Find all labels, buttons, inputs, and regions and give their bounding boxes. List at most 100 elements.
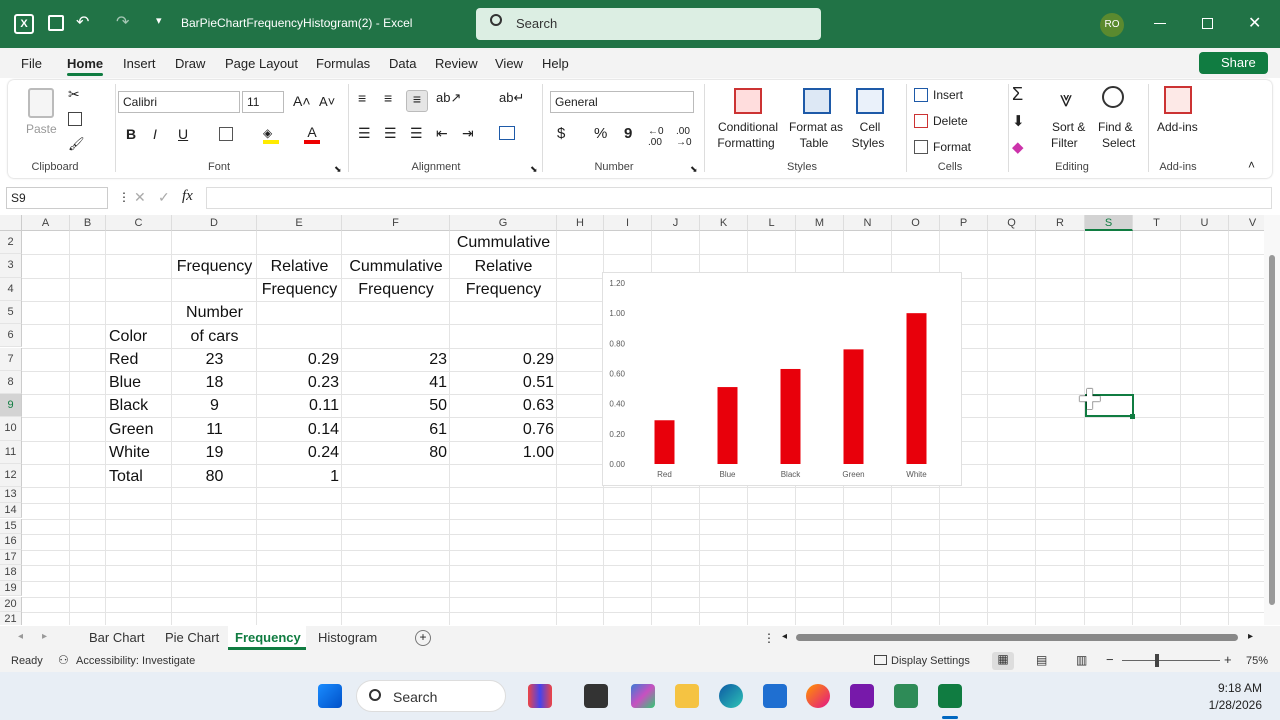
cell-relative-frequency[interactable]: 0.14 bbox=[257, 421, 339, 439]
accessibility-icon[interactable]: ⚇ bbox=[58, 653, 69, 667]
align-center-icon[interactable]: ☰ bbox=[384, 125, 397, 142]
h-scroll-left-icon[interactable]: ◂ bbox=[782, 631, 787, 642]
menu-draw[interactable]: Draw bbox=[175, 56, 205, 71]
row-header-20[interactable]: 20 bbox=[0, 596, 22, 613]
file-explorer-icon[interactable] bbox=[675, 684, 699, 708]
row-header-8[interactable]: 8 bbox=[0, 370, 22, 395]
column-header-n[interactable]: N bbox=[844, 215, 892, 231]
clear-icon[interactable]: ◆ bbox=[1012, 138, 1024, 156]
accessibility-status[interactable]: Accessibility: Investigate bbox=[76, 655, 195, 667]
zoom-in-icon[interactable]: + bbox=[1224, 652, 1232, 667]
cell-relative-frequency[interactable]: 0.11 bbox=[257, 397, 339, 415]
row-header-7[interactable]: 7 bbox=[0, 347, 22, 371]
sort-filter-label-1[interactable]: Sort & bbox=[1052, 120, 1085, 134]
cell-styles-label-2[interactable]: Styles bbox=[848, 136, 888, 150]
column-header-r[interactable]: R bbox=[1036, 215, 1085, 231]
row-header-15[interactable]: 15 bbox=[0, 518, 22, 535]
cell-relative-frequency[interactable]: 0.24 bbox=[257, 444, 339, 462]
edge-icon[interactable] bbox=[719, 684, 743, 708]
bar-blue[interactable] bbox=[717, 387, 738, 464]
cell-color[interactable]: White bbox=[109, 444, 150, 462]
close-icon[interactable]: ✕ bbox=[1248, 13, 1261, 33]
column-header-p[interactable]: P bbox=[940, 215, 988, 231]
copy-icon[interactable] bbox=[68, 112, 82, 126]
column-header-e[interactable]: E bbox=[257, 215, 342, 231]
cut-icon[interactable]: ✂ bbox=[68, 86, 80, 103]
comma-style-button[interactable]: 9 bbox=[624, 125, 632, 142]
borders-icon[interactable] bbox=[219, 127, 233, 141]
vertical-scrollbar[interactable] bbox=[1264, 215, 1280, 625]
cell-g4[interactable]: Frequency bbox=[450, 281, 557, 299]
cell-color[interactable]: Green bbox=[109, 421, 153, 439]
bold-button[interactable]: B bbox=[126, 126, 136, 142]
cell-g3[interactable]: Relative bbox=[450, 258, 557, 276]
add-sheet-icon[interactable]: + bbox=[415, 630, 431, 646]
percent-style-button[interactable]: % bbox=[594, 125, 607, 142]
column-header-t[interactable]: T bbox=[1133, 215, 1181, 231]
orientation-icon[interactable]: ab↗ bbox=[436, 90, 461, 106]
avatar[interactable]: RO bbox=[1100, 13, 1124, 37]
column-header-v[interactable]: V bbox=[1229, 215, 1264, 231]
menu-home[interactable]: Home bbox=[67, 56, 103, 71]
column-header-g[interactable]: G bbox=[450, 215, 557, 231]
cell-d3[interactable]: Frequency bbox=[172, 258, 257, 276]
tab-scroll-left-icon[interactable]: ◂ bbox=[18, 631, 23, 642]
bottom-align-icon[interactable]: ≡ bbox=[406, 90, 428, 112]
menu-review[interactable]: Review bbox=[435, 56, 478, 71]
cell-color[interactable]: Black bbox=[109, 397, 148, 415]
column-header-m[interactable]: M bbox=[796, 215, 844, 231]
fill-icon[interactable]: ⬇ bbox=[1012, 112, 1025, 130]
undo-icon[interactable]: ↶ bbox=[76, 12, 89, 32]
insert-cells-icon[interactable] bbox=[914, 88, 928, 102]
selection-handle[interactable] bbox=[1130, 414, 1135, 419]
cell-e3[interactable]: Relative bbox=[257, 258, 342, 276]
cell-frequency[interactable]: 11 bbox=[172, 421, 257, 439]
autosum-icon[interactable]: Σ bbox=[1012, 84, 1023, 105]
column-header-a[interactable]: A bbox=[22, 215, 70, 231]
cell-g2[interactable]: Cummulative bbox=[450, 234, 557, 252]
cell-cumulative-relative[interactable]: 0.76 bbox=[450, 421, 554, 439]
display-settings-icon[interactable] bbox=[874, 655, 887, 665]
column-header-k[interactable]: K bbox=[700, 215, 748, 231]
cell-cumulative-frequency[interactable]: 61 bbox=[342, 421, 447, 439]
taskbar-search[interactable]: Search bbox=[356, 680, 506, 712]
row-header-19[interactable]: 19 bbox=[0, 580, 22, 597]
cell-frequency[interactable]: 18 bbox=[172, 374, 257, 392]
align-right-icon[interactable]: ☰ bbox=[410, 125, 423, 142]
search-box[interactable]: Search bbox=[476, 8, 821, 40]
row-header-9[interactable]: 9 bbox=[0, 394, 22, 418]
add-ins-icon[interactable] bbox=[1164, 86, 1192, 114]
cell-f3[interactable]: Cummulative bbox=[342, 258, 450, 276]
find-select-label-1[interactable]: Find & bbox=[1098, 120, 1133, 134]
page-break-view-icon[interactable]: ▥ bbox=[1076, 653, 1087, 667]
decrease-font-icon[interactable]: A˅ bbox=[319, 94, 335, 109]
cell-d6[interactable]: of cars bbox=[172, 328, 257, 346]
conditional-formatting-label-1[interactable]: Conditional bbox=[716, 120, 780, 134]
delete-cells-icon[interactable] bbox=[914, 114, 928, 128]
row-header-6[interactable]: 6 bbox=[0, 324, 22, 348]
column-header-o[interactable]: O bbox=[892, 215, 940, 231]
cell-color[interactable]: Blue bbox=[109, 374, 141, 392]
store-icon[interactable] bbox=[763, 684, 787, 708]
tab-bar-chart[interactable]: Bar Chart bbox=[89, 630, 145, 645]
clock-date[interactable]: 1/28/2026 bbox=[1196, 698, 1262, 712]
row-header-18[interactable]: 18 bbox=[0, 565, 22, 581]
cell-f4[interactable]: Frequency bbox=[342, 281, 450, 299]
row-header-4[interactable]: 4 bbox=[0, 277, 22, 301]
select-all-corner[interactable] bbox=[0, 215, 22, 231]
top-align-icon[interactable]: ≡ bbox=[358, 90, 366, 106]
row-header-3[interactable]: 3 bbox=[0, 254, 22, 278]
menu-page-layout[interactable]: Page Layout bbox=[225, 56, 298, 71]
cell-relative-frequency[interactable]: 0.23 bbox=[257, 374, 339, 392]
decrease-indent-icon[interactable]: ⇤ bbox=[436, 125, 448, 142]
format-painter-icon[interactable]: 🖌 bbox=[68, 136, 85, 152]
zoom-level[interactable]: 75% bbox=[1246, 655, 1268, 667]
teams-icon[interactable] bbox=[894, 684, 918, 708]
sort-filter-label-2[interactable]: Filter bbox=[1051, 136, 1078, 150]
bar-chart[interactable]: 0.00 0.20 0.40 0.60 0.80 1.00 1.20 Red Blue Black… bbox=[602, 272, 962, 486]
alignment-dialog-launcher-icon[interactable]: ⬊ bbox=[530, 164, 538, 175]
menu-view[interactable]: View bbox=[495, 56, 523, 71]
zoom-slider-thumb[interactable] bbox=[1155, 654, 1159, 667]
accounting-format-button[interactable]: $ bbox=[557, 125, 565, 142]
name-box[interactable]: S9 bbox=[6, 187, 108, 209]
